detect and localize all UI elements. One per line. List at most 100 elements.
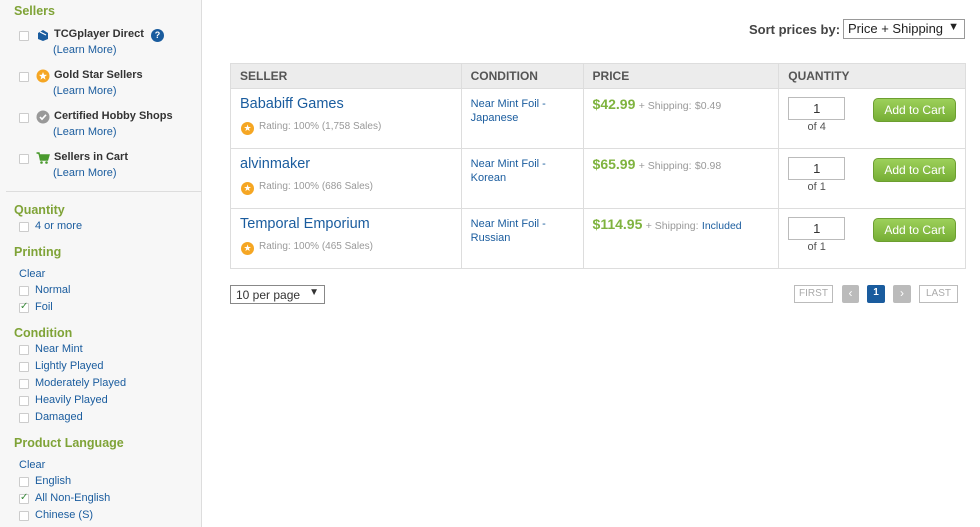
seller-filter-tcgplayer-direct[interactable]: TCGplayer Direct ? (Learn More): [19, 21, 199, 56]
filter-option-moderately-played[interactable]: Moderately Played: [19, 376, 199, 392]
price-amount: $114.95: [592, 216, 643, 232]
seller-filter-label: TCGplayer Direct: [54, 28, 144, 40]
seller-filter-sellers-in-cart[interactable]: Sellers in Cart (Learn More): [19, 144, 199, 179]
seller-filter-label: Certified Hobby Shops: [54, 110, 173, 122]
checkbox[interactable]: [19, 396, 29, 406]
checkbox[interactable]: [19, 362, 29, 372]
seller-rating: ★ Rating: 100% (686 Sales): [241, 181, 373, 195]
add-to-cart-button[interactable]: Add to Cart: [873, 218, 957, 242]
shipping-amount: $0.98: [694, 160, 722, 172]
quantity-cell: 1 of 1 Add to Cart: [778, 148, 966, 209]
checkbox-checked[interactable]: [19, 301, 29, 313]
column-header-condition: CONDITION: [460, 63, 584, 89]
dropdown-arrow-icon: ▼: [948, 21, 959, 33]
condition-link[interactable]: Near Mint Foil - Japanese: [471, 97, 576, 125]
condition-link[interactable]: Near Mint Foil - Korean: [471, 157, 576, 185]
filter-option-foil[interactable]: Foil: [19, 300, 199, 316]
quantity-input[interactable]: 1: [788, 97, 846, 120]
checkbox[interactable]: [19, 477, 29, 487]
filter-option-label: Foil: [35, 301, 53, 313]
seller-filter-label: Gold Star Sellers: [54, 69, 143, 81]
quantity-cell: 1 of 1 Add to Cart: [778, 208, 966, 269]
checkbox[interactable]: [19, 379, 29, 389]
page-number-current[interactable]: 1: [867, 285, 885, 303]
checkbox[interactable]: [19, 286, 29, 296]
certified-check-icon: [36, 110, 50, 124]
filter-option-english[interactable]: English: [19, 474, 199, 490]
seller-cell: Temporal Emporium ★ Rating: 100% (465 Sal…: [230, 208, 462, 269]
cart-icon: [36, 152, 50, 164]
seller-rating: ★ Rating: 100% (465 Sales): [241, 241, 373, 255]
filter-option-4-or-more[interactable]: 4 or more: [19, 219, 199, 235]
price-info: $42.99 + Shipping: $0.49: [593, 96, 722, 112]
checkbox-checked[interactable]: [19, 492, 29, 504]
first-page-button[interactable]: FIRST: [794, 285, 833, 303]
seller-name-link[interactable]: Bababiff Games: [240, 96, 344, 112]
quantity-input[interactable]: 1: [788, 217, 846, 240]
learn-more-link[interactable]: (Learn More): [53, 44, 117, 56]
filter-option-label: Heavily Played: [35, 394, 108, 406]
table-row: Bababiff Games ★ Rating: 100% (1,758 Sale…: [230, 88, 966, 149]
add-to-cart-button[interactable]: Add to Cart: [873, 158, 957, 182]
per-page-select[interactable]: 10 per page ▼: [230, 285, 325, 304]
filter-option-label: English: [35, 475, 72, 487]
filter-option-normal[interactable]: Normal: [19, 283, 199, 299]
checkbox[interactable]: [19, 345, 29, 355]
sellers-heading: Sellers: [14, 4, 56, 18]
shipping-amount: Included: [701, 220, 742, 232]
seller-rating-text: Rating: 100% (1,758 Sales): [259, 121, 382, 132]
filter-option-all-non-english[interactable]: All Non-English: [19, 491, 199, 507]
filter-option-near-mint[interactable]: Near Mint: [19, 342, 199, 358]
add-to-cart-button[interactable]: Add to Cart: [873, 98, 957, 122]
filter-option-label: Normal: [35, 284, 71, 296]
learn-more-link[interactable]: (Learn More): [53, 85, 117, 97]
seller-filter-gold-star[interactable]: Gold Star Sellers (Learn More): [19, 62, 199, 97]
quantity-input[interactable]: 1: [788, 157, 846, 180]
seller-filter-certified-hobby[interactable]: Certified Hobby Shops (Learn More): [19, 103, 199, 138]
quantity-available: of 1: [807, 181, 826, 193]
quantity-available: of 1: [807, 241, 826, 253]
gold-star-icon: ★: [241, 122, 254, 135]
seller-name-link[interactable]: Temporal Emporium: [240, 216, 370, 232]
seller-rating-text: Rating: 100% (465 Sales): [259, 241, 373, 252]
gold-star-icon: ★: [241, 182, 254, 195]
tcgplayer-direct-icon: [38, 30, 48, 41]
gold-star-icon: ★: [241, 242, 254, 255]
printing-clear-link[interactable]: Clear: [19, 268, 45, 280]
learn-more-link[interactable]: (Learn More): [53, 126, 117, 138]
filter-option-chinese-s[interactable]: Chinese (S): [19, 508, 199, 524]
table-header-row: SELLER CONDITION PRICE QUANTITY: [230, 63, 966, 89]
price-amount: $42.99: [592, 96, 636, 112]
checkbox[interactable]: [19, 154, 29, 164]
filter-option-label: Lightly Played: [35, 360, 104, 372]
previous-page-button[interactable]: ‹: [842, 285, 859, 303]
filter-option-label: Near Mint: [35, 343, 83, 355]
learn-more-link[interactable]: (Learn More): [53, 167, 117, 179]
checkbox[interactable]: [19, 31, 29, 41]
checkbox[interactable]: [19, 72, 29, 82]
next-page-button[interactable]: ›: [893, 285, 911, 303]
filter-option-label: All Non-English: [35, 492, 111, 504]
sort-select-value: Price + Shipping: [848, 21, 944, 36]
filter-option-label: 4 or more: [35, 220, 83, 232]
condition-heading: Condition: [14, 326, 73, 340]
filter-option-lightly-played[interactable]: Lightly Played: [19, 359, 199, 375]
checkbox[interactable]: [19, 511, 29, 521]
seller-name-link[interactable]: alvinmaker: [240, 156, 310, 172]
condition-link[interactable]: Near Mint Foil - Russian: [471, 217, 576, 245]
checkbox[interactable]: [19, 413, 29, 423]
filter-option-heavily-played[interactable]: Heavily Played: [19, 393, 199, 409]
checkbox[interactable]: [19, 113, 29, 123]
sort-select[interactable]: Price + Shipping ▼: [843, 19, 965, 39]
language-clear-link[interactable]: Clear: [19, 459, 45, 471]
shipping-prefix: + Shipping:: [638, 100, 692, 112]
shipping-amount: $0.49: [694, 100, 722, 112]
last-page-button[interactable]: LAST: [919, 285, 958, 303]
filter-option-damaged[interactable]: Damaged: [19, 410, 199, 426]
help-icon[interactable]: ?: [151, 29, 164, 42]
divider: [6, 191, 201, 192]
price-cell: $114.95 + Shipping: Included: [582, 208, 780, 269]
price-cell: $42.99 + Shipping: $0.49: [582, 88, 780, 149]
checkbox[interactable]: [19, 222, 29, 232]
product-language-heading: Product Language: [14, 436, 124, 450]
